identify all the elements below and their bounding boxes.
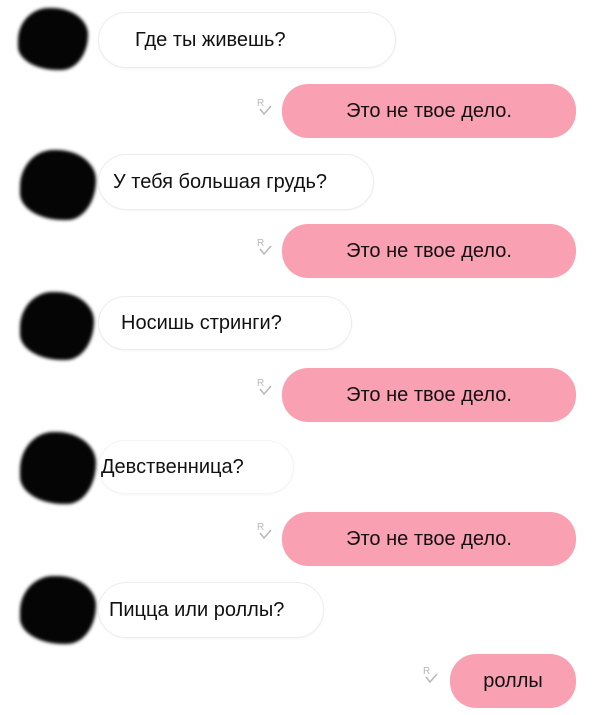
- svg-text:R: R: [257, 98, 264, 109]
- incoming-message[interactable]: Где ты живешь?: [98, 12, 396, 68]
- sender-avatar[interactable]: [20, 432, 96, 504]
- sender-avatar[interactable]: [20, 292, 94, 360]
- svg-text:R: R: [257, 522, 264, 533]
- read-receipt-icon: R: [257, 238, 272, 256]
- message-text: Это не твое дело.: [346, 383, 512, 406]
- message-text: роллы: [483, 669, 543, 692]
- message-text: Носишь стринги?: [121, 311, 282, 334]
- svg-text:R: R: [257, 238, 264, 249]
- message-text: У тебя большая грудь?: [113, 170, 328, 193]
- read-receipt-icon: R: [257, 98, 272, 116]
- svg-text:R: R: [423, 666, 430, 677]
- outgoing-message[interactable]: Это не твое дело.: [282, 512, 576, 566]
- message-text: Пицца или роллы?: [109, 598, 285, 621]
- svg-text:R: R: [257, 378, 264, 389]
- chat-thread: Где ты живешь? R Это не твое дело. У теб…: [0, 0, 600, 715]
- message-text: Где ты живешь?: [135, 28, 286, 51]
- message-text: Это не твое дело.: [346, 527, 512, 550]
- sender-avatar[interactable]: [20, 150, 96, 220]
- outgoing-message[interactable]: Это не твое дело.: [282, 224, 576, 278]
- incoming-message[interactable]: Девственница?: [98, 440, 294, 494]
- read-receipt-icon: R: [257, 522, 272, 540]
- incoming-message[interactable]: Носишь стринги?: [98, 296, 352, 350]
- message-text: Это не твое дело.: [346, 99, 512, 122]
- message-text: Девственница?: [101, 455, 244, 478]
- message-text: Это не твое дело.: [346, 239, 512, 262]
- sender-avatar[interactable]: [20, 576, 96, 644]
- incoming-message[interactable]: Пицца или роллы?: [98, 582, 324, 638]
- outgoing-message[interactable]: роллы: [450, 654, 576, 708]
- outgoing-message[interactable]: Это не твое дело.: [282, 368, 576, 422]
- incoming-message[interactable]: У тебя большая грудь?: [98, 154, 374, 210]
- read-receipt-icon: R: [423, 666, 438, 684]
- outgoing-message[interactable]: Это не твое дело.: [282, 84, 576, 138]
- read-receipt-icon: R: [257, 378, 272, 396]
- sender-avatar[interactable]: [18, 8, 88, 70]
